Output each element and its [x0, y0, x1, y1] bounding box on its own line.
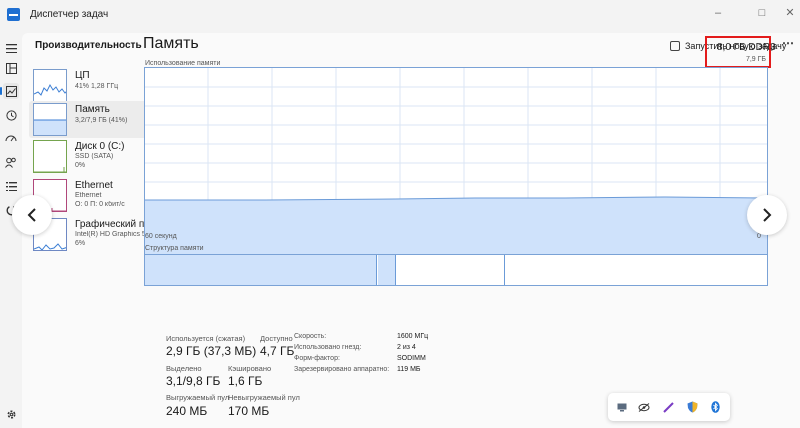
memory-graph-max: 7,9 ГБ: [745, 56, 766, 63]
next-arrow-button[interactable]: [747, 195, 787, 235]
disk-sparkline: [33, 140, 67, 173]
resource-memory[interactable]: Память 3,2/7,9 ГБ (41%): [29, 101, 149, 138]
memory-structure-label: Структура памяти: [145, 245, 204, 252]
in-use-value: 2,9 ГБ (37,3 МБ): [166, 344, 257, 358]
segment-modified[interactable]: [378, 255, 396, 285]
chevron-left-icon: [27, 208, 36, 222]
resource-detail: 41% 1,28 ГГц: [75, 83, 119, 90]
memory-usage-svg: [145, 68, 767, 263]
resource-disk[interactable]: Диск 0 (C:) SSD (SATA) 0%: [29, 138, 149, 175]
paged-pool-label: Выгружаемый пул: [166, 393, 230, 402]
form-factor-value: SODIMM: [397, 355, 426, 362]
resource-name: Память: [75, 104, 110, 115]
cached-label: Кэшировано: [228, 364, 272, 373]
slots-used-label: Использовано гнезд:: [294, 344, 362, 351]
resource-detail-2: 0%: [75, 162, 86, 169]
pen-icon[interactable]: [662, 401, 674, 413]
resource-detail: Ethernet: [75, 192, 102, 199]
segment-standby[interactable]: [397, 255, 505, 285]
details-icon[interactable]: [3, 178, 19, 194]
more-options-button[interactable]: ⋯: [782, 36, 795, 50]
bluetooth-icon[interactable]: [709, 401, 721, 413]
performance-icon[interactable]: [0, 83, 19, 99]
system-tray-popup: [608, 393, 730, 421]
nonpaged-pool-value: 170 МБ: [228, 404, 270, 418]
memory-total: 8,0 ГБ DDR3: [717, 42, 776, 53]
users-icon[interactable]: [3, 154, 19, 170]
task-manager-window: Диспетчер задач – □ ✕ Производительность…: [0, 0, 800, 428]
maximize-button[interactable]: □: [748, 4, 776, 22]
in-use-label: Используется (сжатая): [166, 334, 246, 343]
resource-detail: SSD (SATA): [75, 153, 114, 160]
page-title: Производительность: [35, 40, 142, 51]
resource-detail: 3,2/7,9 ГБ (41%): [75, 117, 128, 124]
close-button[interactable]: ✕: [776, 4, 800, 22]
resource-detail-2: 6%: [75, 240, 86, 247]
segment-free[interactable]: [506, 255, 767, 285]
speed-value: 1600 МГц: [397, 333, 429, 340]
memory-usage-label: Использование памяти: [145, 60, 221, 67]
hardware-reserved-value: 119 МБ: [397, 366, 421, 373]
new-task-icon: [670, 41, 680, 51]
resource-cpu[interactable]: ЦП 41% 1,28 ГГц: [29, 67, 149, 104]
speed-label: Скорость:: [294, 333, 327, 340]
memory-structure-bar: [144, 254, 768, 286]
hidden-eye-icon[interactable]: [638, 401, 650, 413]
minimize-button[interactable]: –: [704, 4, 732, 22]
committed-value: 3,1/9,8 ГБ: [166, 374, 221, 388]
display-icon[interactable]: [616, 401, 628, 413]
app-history-icon[interactable]: [3, 107, 19, 123]
task-manager-icon: [7, 8, 20, 21]
slots-used-value: 2 из 4: [397, 344, 416, 351]
shield-icon[interactable]: [686, 401, 698, 413]
paged-pool-value: 240 МБ: [166, 404, 208, 418]
hamburger-menu-icon[interactable]: [3, 40, 19, 56]
form-factor-label: Форм-фактор:: [294, 355, 340, 362]
segment-in-use[interactable]: [145, 255, 377, 285]
resource-name: Ethernet: [75, 180, 113, 191]
previous-arrow-button[interactable]: [12, 195, 52, 235]
graph-time-label: 60 секунд: [145, 233, 177, 240]
available-value: 4,7 ГБ: [260, 344, 295, 358]
settings-gear-icon[interactable]: [3, 406, 19, 422]
cpu-sparkline: [33, 69, 67, 102]
window-title: Диспетчер задач: [30, 9, 109, 20]
memory-usage-graph: [144, 67, 768, 264]
resource-name: ЦП: [75, 70, 90, 81]
committed-label: Выделено: [166, 364, 202, 373]
available-label: Доступно: [260, 334, 293, 343]
processes-icon[interactable]: [3, 60, 19, 76]
resource-detail: Intel(R) HD Graphics 520: [75, 231, 154, 238]
memory-total-highlight: 8,0 ГБ DDR3 7,9 ГБ: [705, 36, 776, 68]
chevron-right-icon: [763, 208, 772, 222]
nonpaged-pool-label: Невыгружаемый пул: [228, 393, 300, 402]
hardware-reserved-label: Зарезервировано аппаратно:: [294, 366, 390, 373]
resource-name: Диск 0 (C:): [75, 141, 125, 152]
cached-value: 1,6 ГБ: [228, 374, 263, 388]
title-bar: Диспетчер задач – □ ✕: [0, 0, 800, 30]
startup-apps-icon[interactable]: [3, 131, 19, 147]
memory-sparkline: [33, 103, 67, 136]
resource-detail-2: О: 0 П: 0 кбит/с: [75, 201, 125, 208]
memory-title: Память: [143, 35, 199, 52]
